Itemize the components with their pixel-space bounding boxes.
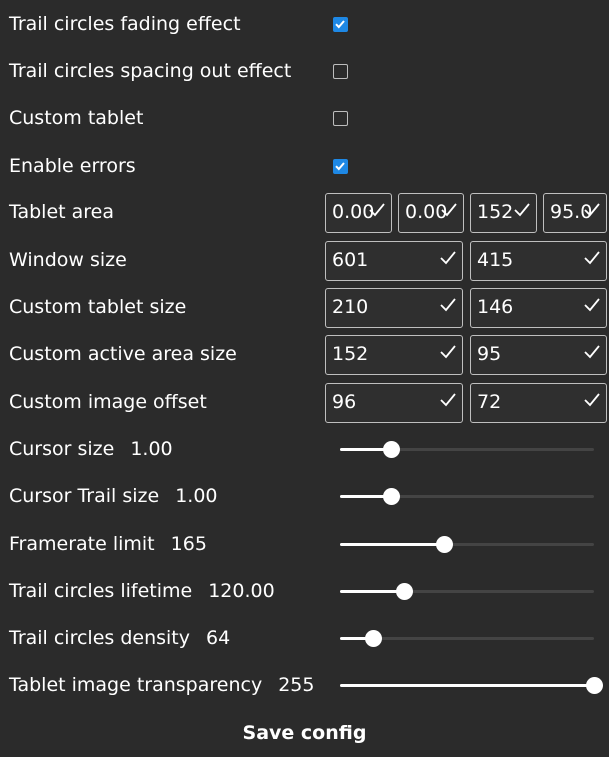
confirm-check-icon[interactable] — [583, 343, 601, 365]
image-offset-y-value: 72 — [477, 391, 502, 413]
slider-handle[interactable] — [395, 583, 413, 600]
custom-image-offset-label: Custom image offset — [9, 391, 207, 413]
row-trail-spacing: Trail circles spacing out effect — [0, 48, 609, 95]
custom-tablet-size-label: Custom tablet size — [9, 296, 187, 318]
row-cursor-size: Cursor size 1.00 — [0, 426, 609, 473]
window-width-field[interactable]: 601 — [325, 241, 463, 281]
image-offset-x-value: 96 — [332, 391, 357, 413]
trail-density-slider[interactable] — [340, 630, 594, 647]
custom-tablet-label: Custom tablet — [9, 107, 144, 129]
cursor-size-label-text: Cursor size — [9, 438, 115, 460]
trail-lifetime-label-text: Trail circles lifetime — [9, 580, 193, 602]
window-height-field[interactable]: 415 — [470, 241, 607, 281]
custom-tablet-height-field[interactable]: 146 — [470, 288, 607, 328]
row-tablet-area: Tablet area 0.00 0.00 152 95.0 — [0, 189, 609, 236]
confirm-check-icon[interactable] — [513, 201, 531, 223]
trail-lifetime-slider[interactable] — [340, 583, 594, 600]
confirm-check-icon[interactable] — [583, 391, 601, 413]
custom-tablet-width-field[interactable]: 210 — [325, 288, 463, 328]
tablet-area-height-field[interactable]: 95.0 — [543, 193, 607, 233]
trail-density-label: Trail circles density 64 — [9, 615, 230, 662]
save-config-button[interactable]: Save config — [0, 710, 609, 757]
tablet-area-width-value: 152 — [477, 201, 514, 223]
tablet-transparency-label: Tablet image transparency 255 — [9, 662, 314, 709]
window-width-value: 601 — [332, 249, 369, 271]
slider-handle[interactable] — [382, 441, 400, 458]
row-window-size: Window size 601 415 — [0, 237, 609, 284]
row-custom-tablet-size: Custom tablet size 210 146 — [0, 284, 609, 331]
cursor-trail-size-label: Cursor Trail size 1.00 — [9, 473, 218, 520]
row-enable-errors: Enable errors — [0, 143, 609, 190]
confirm-check-icon[interactable] — [583, 201, 601, 223]
trail-lifetime-value: 120.00 — [208, 580, 275, 602]
confirm-check-icon[interactable] — [440, 201, 458, 223]
active-area-height-field[interactable]: 95 — [470, 335, 607, 375]
slider-handle[interactable] — [365, 630, 383, 647]
trail-spacing-checkbox[interactable] — [333, 64, 348, 79]
slider-fill — [340, 684, 594, 687]
slider-handle[interactable] — [586, 677, 603, 694]
row-trail-lifetime: Trail circles lifetime 120.00 — [0, 568, 609, 615]
row-custom-active-area-size: Custom active area size 152 95 — [0, 331, 609, 378]
row-cursor-trail-size: Cursor Trail size 1.00 — [0, 473, 609, 520]
cursor-size-value: 1.00 — [130, 438, 173, 460]
row-trail-density: Trail circles density 64 — [0, 615, 609, 662]
image-offset-x-field[interactable]: 96 — [325, 383, 463, 423]
active-area-width-field[interactable]: 152 — [325, 335, 463, 375]
trail-density-label-text: Trail circles density — [9, 627, 191, 649]
trail-fading-label: Trail circles fading effect — [9, 13, 241, 35]
confirm-check-icon[interactable] — [439, 296, 457, 318]
cursor-size-slider[interactable] — [340, 441, 594, 458]
slider-fill — [340, 590, 404, 593]
tablet-transparency-slider[interactable] — [340, 677, 603, 694]
slider-handle[interactable] — [382, 488, 400, 505]
window-height-value: 415 — [477, 249, 514, 271]
trail-spacing-label: Trail circles spacing out effect — [9, 60, 292, 82]
framerate-limit-value: 165 — [170, 533, 207, 555]
custom-tablet-height-value: 146 — [477, 296, 514, 318]
tablet-area-width-field[interactable]: 152 — [470, 193, 537, 233]
cursor-trail-size-value: 1.00 — [175, 485, 218, 507]
slider-fill — [340, 543, 445, 546]
enable-errors-label: Enable errors — [9, 155, 136, 177]
custom-tablet-width-value: 210 — [332, 296, 369, 318]
active-area-height-value: 95 — [477, 343, 502, 365]
trail-lifetime-label: Trail circles lifetime 120.00 — [9, 568, 275, 615]
confirm-check-icon[interactable] — [583, 296, 601, 318]
custom-active-area-size-label: Custom active area size — [9, 343, 237, 365]
tablet-transparency-value: 255 — [278, 674, 315, 696]
row-custom-tablet: Custom tablet — [0, 95, 609, 142]
cursor-trail-size-label-text: Cursor Trail size — [9, 485, 160, 507]
row-tablet-transparency: Tablet image transparency 255 — [0, 662, 609, 709]
image-offset-y-field[interactable]: 72 — [470, 383, 607, 423]
cursor-size-label: Cursor size 1.00 — [9, 426, 173, 473]
framerate-limit-label: Framerate limit 165 — [9, 521, 207, 568]
trail-density-value: 64 — [206, 627, 231, 649]
cursor-trail-size-slider[interactable] — [340, 488, 594, 505]
enable-errors-checkbox[interactable] — [333, 159, 348, 174]
confirm-check-icon[interactable] — [439, 391, 457, 413]
row-custom-image-offset: Custom image offset 96 72 — [0, 379, 609, 426]
tablet-transparency-label-text: Tablet image transparency — [9, 674, 263, 696]
tablet-area-y-field[interactable]: 0.00 — [398, 193, 464, 233]
window-size-label: Window size — [9, 249, 127, 271]
active-area-width-value: 152 — [332, 343, 369, 365]
slider-handle[interactable] — [436, 536, 454, 553]
row-trail-fading: Trail circles fading effect — [0, 1, 609, 48]
row-framerate-limit: Framerate limit 165 — [0, 521, 609, 568]
confirm-check-icon[interactable] — [439, 249, 457, 271]
tablet-area-label: Tablet area — [9, 201, 114, 223]
confirm-check-icon[interactable] — [439, 343, 457, 365]
custom-tablet-checkbox[interactable] — [333, 111, 348, 126]
framerate-limit-label-text: Framerate limit — [9, 533, 155, 555]
tablet-area-x-field[interactable]: 0.00 — [325, 193, 392, 233]
framerate-limit-slider[interactable] — [340, 536, 594, 553]
trail-fading-checkbox[interactable] — [333, 17, 348, 32]
confirm-check-icon[interactable] — [368, 201, 386, 223]
confirm-check-icon[interactable] — [583, 249, 601, 271]
